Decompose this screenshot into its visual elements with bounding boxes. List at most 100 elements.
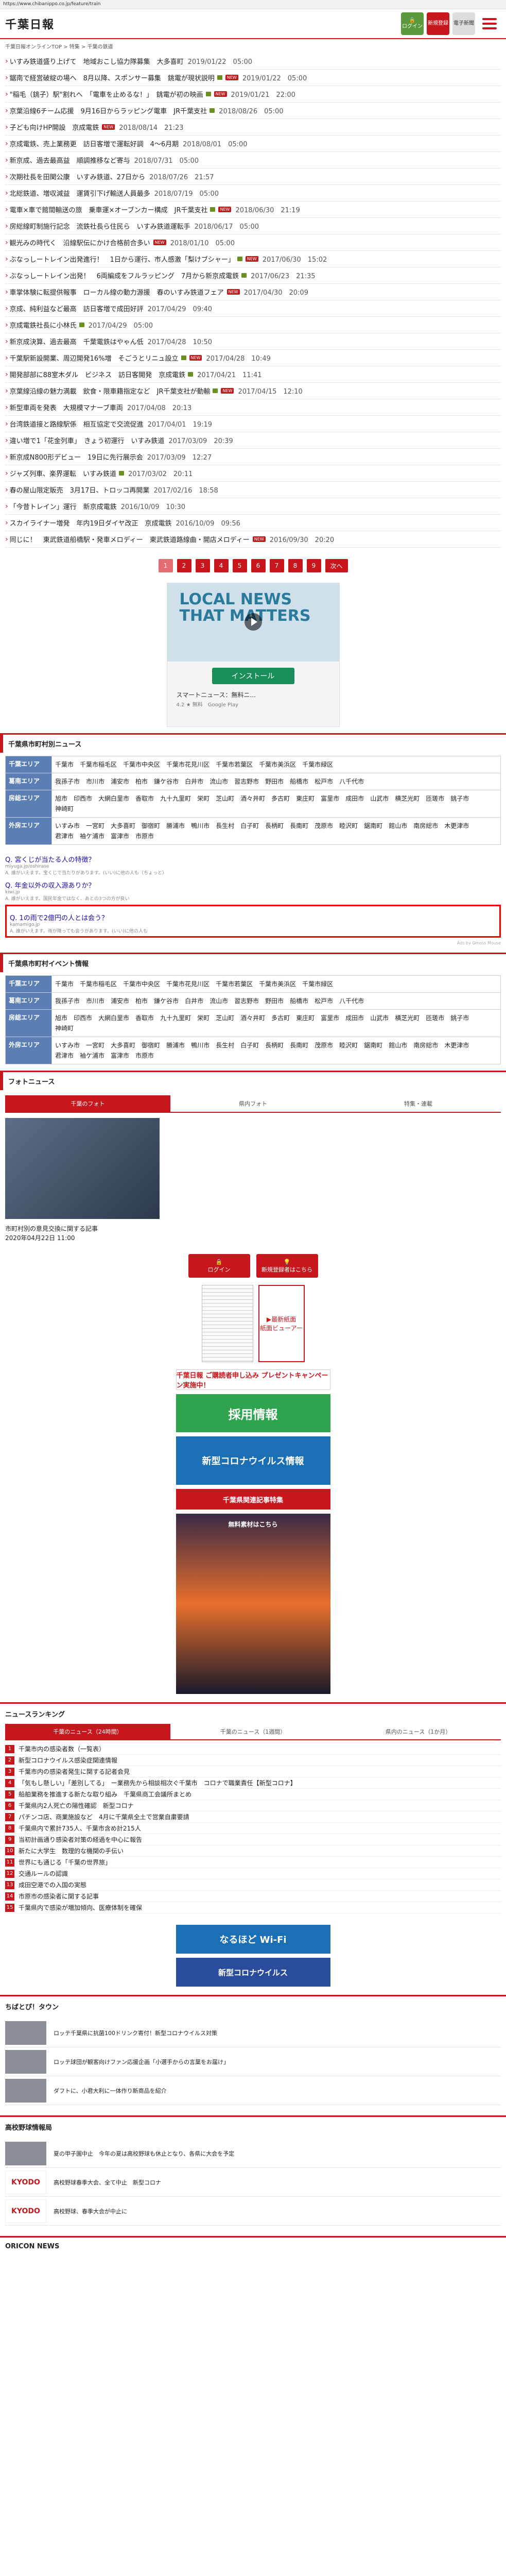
url-bar[interactable]: https://www.chibanippo.co.jp/feature/tra… <box>0 0 506 9</box>
ranking-item-title[interactable]: 千葉市内の感染者発生に関する記者会見 <box>19 1767 130 1776</box>
city-link[interactable]: 市原市 <box>135 1050 154 1061</box>
news-title[interactable]: 北総鉄道、増収減益 運賃引下げ輸送人員最多 <box>10 188 150 198</box>
news-item[interactable]: › スカイライナー増発 年内19日ダイヤ改正 京成電鉄 2016/10/09 09:… <box>5 515 501 531</box>
city-link[interactable]: 御宿町 <box>142 1040 160 1050</box>
sunset-photo-banner[interactable]: 無料素材はこちら <box>176 1514 330 1694</box>
city-link[interactable]: 長生村 <box>216 1040 234 1050</box>
news-title[interactable]: 春の屋山限定販売 3月17日、トロッコ再開業 <box>10 485 150 495</box>
ranking-item-title[interactable]: 当初計画通り感染者対策の経過を中心に報告 <box>19 1835 142 1844</box>
site-logo[interactable]: 千葉日報 <box>5 15 55 32</box>
city-link[interactable]: 鋸南町 <box>364 821 382 831</box>
city-link[interactable]: 千葉市稲毛区 <box>80 759 117 770</box>
epaper-button[interactable]: 電子新聞 <box>452 12 475 35</box>
news-item[interactable]: › 新京成N800形デビュー 19日に先行展示会 2017/03/09 12:27 <box>5 449 501 465</box>
city-link[interactable]: いすみ市 <box>55 821 80 831</box>
city-link[interactable]: 野田市 <box>265 996 284 1006</box>
city-link[interactable]: 君津市 <box>55 1050 74 1061</box>
ranking-item[interactable]: 7 パチンコ店、商業施設など 4月に千葉県全土で営業自粛要請 <box>5 1811 501 1823</box>
city-link[interactable]: 印西市 <box>74 1013 92 1023</box>
ranking-item-title[interactable]: パチンコ店、商業施設など 4月に千葉県全土で営業自粛要請 <box>19 1812 189 1821</box>
news-item[interactable]: › 子ども向けHP開設 京成電鉄 NEW 2018/08/14 21:23 <box>5 119 501 135</box>
city-link[interactable]: 成田市 <box>345 1013 364 1023</box>
news-item[interactable]: › 新型車両を発表 大規模マナーブ車両 2017/04/08 20:13 <box>5 399 501 416</box>
highschool-item[interactable]: KYODO 高校野球春季大会、全て中止 新型コロナ <box>5 2168 501 2197</box>
next-page-button[interactable]: 次へ <box>325 559 348 572</box>
ranking-item-title[interactable]: 世界にも通じる「千葉の世界旅」 <box>19 1858 111 1867</box>
city-link[interactable]: 大多喜町 <box>111 1040 135 1050</box>
city-link[interactable]: 富津市 <box>111 1050 129 1061</box>
ranking-item[interactable]: 3 千葉市内の感染者発生に関する記者会見 <box>5 1766 501 1777</box>
city-link[interactable]: 銚子市 <box>450 1013 469 1023</box>
ranking-item[interactable]: 9 当初計画通り感染者対策の経過を中心に報告 <box>5 1834 501 1845</box>
news-title[interactable]: いすみ鉄道盛り上げて 地域おこし協力隊募集 大多喜町 <box>10 56 184 66</box>
page-3-button[interactable]: 3 <box>195 559 210 572</box>
news-title[interactable]: 京成電鉄社長に小林氏 <box>10 320 77 330</box>
news-item[interactable]: › 新京成決算、過去最高 千葉電鉄はやゃん低 2017/04/28 10:50 <box>5 333 501 350</box>
city-link[interactable]: 市川市 <box>86 996 104 1006</box>
ranking-item-title[interactable]: 交通ルールの認識 <box>19 1869 68 1878</box>
news-item[interactable]: › 次期社長を田関公康 いすみ鉄道、27日から 2018/07/26 21:57 <box>5 168 501 185</box>
city-link[interactable]: 富里市 <box>321 1013 339 1023</box>
city-link[interactable]: いすみ市 <box>55 1040 80 1050</box>
login-button[interactable]: 🔒 ログイン <box>401 12 424 35</box>
city-link[interactable]: 匝瑳市 <box>426 793 444 804</box>
highschool-item[interactable]: 夏の甲子園中止 今年の夏は高校野球も休止となり、各県に大会を予定 <box>5 2139 501 2168</box>
city-link[interactable]: 八千代市 <box>339 996 364 1006</box>
news-title[interactable]: 新京成、過去最高益 順調推移など寄与 <box>10 155 130 165</box>
city-link[interactable]: 大多喜町 <box>111 821 135 831</box>
city-link[interactable]: 芝山町 <box>216 793 234 804</box>
news-item[interactable]: › 同じに！ 東武鉄道船橋駅・発車メロディー 東武鉄道路線曲・開店メロディー NEW… <box>5 531 501 548</box>
city-link[interactable]: 千葉市稲毛区 <box>80 979 117 989</box>
news-title[interactable]: 同じに！ 東武鉄道船橋駅・発車メロディー 東武鉄道路線曲・開店メロディー <box>10 534 250 544</box>
news-title[interactable]: 鋸南で経営破綻の場へ 8月以降、スポンサー募集 銚電が現状説明 <box>10 73 215 82</box>
city-link[interactable]: 柏市 <box>135 776 148 787</box>
register-button[interactable]: 新規登録 <box>427 12 449 35</box>
news-title[interactable]: ジャズ列車、楽界運転 いすみ鉄道 <box>10 468 116 478</box>
sponsored-qa-item[interactable]: Q. 年金以外の収入源ありか？ kiwi.jp A. 誰がいえます。国民年金ではなく… <box>5 880 501 902</box>
city-link[interactable]: 茂原市 <box>315 821 333 831</box>
city-link[interactable]: 勝浦市 <box>166 1040 185 1050</box>
city-link[interactable]: 白井市 <box>185 996 203 1006</box>
news-title[interactable]: 京成電鉄、売上業務更 訪日客増で運転好調 4〜6月期 <box>10 139 179 148</box>
news-title[interactable]: 房総線町制施行記念 流鉄社長ら住民ら いすみ鉄道運転手 <box>10 221 190 231</box>
city-link[interactable]: 千葉市緑区 <box>302 759 333 770</box>
thumbnail[interactable] <box>5 2049 46 2074</box>
city-link[interactable]: 浦安市 <box>111 996 129 1006</box>
ranking-item[interactable]: 12 交通ルールの認識 <box>5 1868 501 1879</box>
news-title[interactable]: ぶなっしートレイン出発進行！ 1日から運行、市人感激「梨けブシャー」 <box>10 254 235 264</box>
city-link[interactable]: 白子町 <box>240 821 259 831</box>
thumbnail[interactable] <box>5 2078 46 2103</box>
city-link[interactable]: 木更津市 <box>444 1040 469 1050</box>
news-item[interactable]: › 京葉線沿線の魅力満載 飲食・限車籍指定など JR千葉支社が動輸 NEW 2017/… <box>5 383 501 399</box>
thumbnail[interactable] <box>5 2021 46 2045</box>
city-link[interactable]: 流山市 <box>210 776 228 787</box>
news-item[interactable]: › 京成、純利益など最高 訪日客増で成田好評 2017/04/29 09:40 <box>5 300 501 317</box>
news-item[interactable]: › 千葉駅新設開業、周辺開発16%増 そごうとリニュ設立 NEW 2017/04/28… <box>5 350 501 366</box>
city-link[interactable]: 千葉市中央区 <box>123 759 160 770</box>
city-link[interactable]: 成田市 <box>345 793 364 804</box>
city-link[interactable]: 千葉市緑区 <box>302 979 333 989</box>
wifi-banner[interactable]: なるほど Wi-Fi <box>176 1925 330 1954</box>
ranking-item-title[interactable]: 千葉県内で感染が増加傾向、医療体制を確保 <box>19 1903 142 1912</box>
news-item[interactable]: › 開発部部に88室木ダル ビジネス 訪日客開発 京成電鉄 2017/04/21 1… <box>5 366 501 383</box>
qa-question[interactable]: Q. 年金以外の収入源ありか？ <box>5 880 501 890</box>
news-item[interactable]: › 違い増で1「花金列車」 きょう初運行 いすみ鉄道 2017/03/09 20:3… <box>5 432 501 449</box>
city-link[interactable]: 銚子市 <box>450 793 469 804</box>
recruit-banner[interactable]: 採用情報 <box>176 1394 330 1432</box>
city-link[interactable]: 富津市 <box>111 831 129 841</box>
news-title[interactable]: 新京成N800形デビュー 19日に先行展示会 <box>10 452 143 462</box>
chibatopi-item[interactable]: ロッテ千葉県に抗菌100ドリンク寄付！新型コロナウイルス対策 <box>5 2019 501 2047</box>
city-link[interactable]: 睦沢町 <box>339 821 358 831</box>
ranking-item[interactable]: 11 世界にも通じる「千葉の世界旅」 <box>5 1857 501 1868</box>
news-title[interactable]: 電車×車で館間輸送の旅 乗車運×オーブンカー構成 JR千葉支社 <box>10 205 208 214</box>
chibatopi-item-title[interactable]: ロッテ球団が観客向けファン応援企画「小選手からの言葉をお届け」 <box>54 2058 229 2066</box>
hamburger-menu-icon[interactable] <box>478 12 501 35</box>
side-login-button[interactable]: 🔒 ログイン <box>188 1254 250 1278</box>
city-link[interactable]: 君津市 <box>55 831 74 841</box>
subscription-banner[interactable]: 千葉日報 ご購読者申し込み プレゼントキャンペーン実施中！ <box>176 1369 330 1390</box>
news-title[interactable]: 京成、純利益など最高 訪日客増で成田好評 <box>10 303 144 313</box>
news-title[interactable]: 新型車両を発表 大規模マナーブ車両 <box>10 402 123 412</box>
city-link[interactable]: 長柄町 <box>265 821 284 831</box>
city-link[interactable]: 大網白里市 <box>98 1013 129 1023</box>
ranking-item-title[interactable]: 新型コロナウイルス感染症関連情報 <box>19 1756 117 1765</box>
